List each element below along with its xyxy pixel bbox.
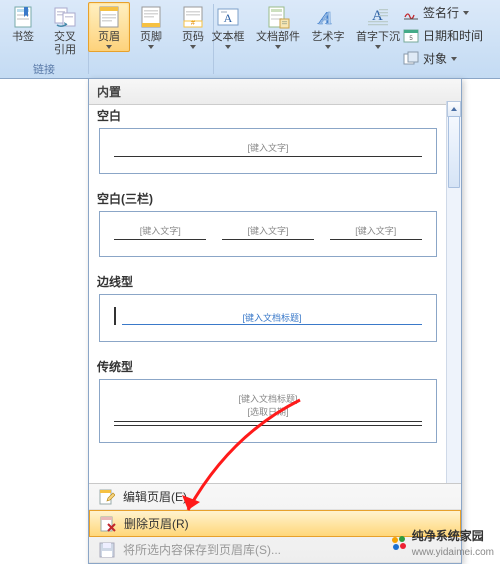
object-button[interactable]: 对象 <box>400 48 486 69</box>
dropcap-button[interactable]: A 首字下沉 <box>351 2 405 52</box>
datetime-icon: 5 <box>403 28 419 44</box>
scroll-track[interactable] <box>447 116 461 486</box>
option-preview-sideline[interactable]: [键入文档标题] <box>99 294 437 342</box>
signature-label: 签名行 <box>423 4 459 21</box>
chevron-down-icon <box>275 45 281 49</box>
bookmark-label: 书签 <box>12 31 34 44</box>
scrollbar[interactable] <box>446 101 461 501</box>
chevron-down-icon <box>451 57 457 61</box>
textbox-label: 文本框 <box>212 31 245 44</box>
cross-reference-button[interactable]: 交叉 引用 <box>44 2 86 60</box>
wordart-label: 艺术字 <box>312 31 345 44</box>
option-title-blank3: 空白(三栏) <box>89 184 447 211</box>
remove-header-label: 删除页眉(R) <box>124 515 189 532</box>
edit-header-label: 编辑页眉(E) <box>123 488 187 505</box>
save-icon <box>99 542 115 558</box>
quickparts-icon <box>266 5 290 29</box>
save-label: 将所选内容保存到页眉库(S)... <box>123 541 281 558</box>
svg-text:A: A <box>224 11 233 25</box>
remove-header-icon <box>100 516 116 532</box>
option-preview-traditional[interactable]: [键入文档标题] [选取日期] <box>99 379 437 443</box>
option-title-traditional: 传统型 <box>89 352 447 379</box>
chevron-down-icon <box>375 45 381 49</box>
ribbon: 书签 交叉 引用 链接 页眉 <box>0 0 500 79</box>
footer-icon <box>139 5 163 29</box>
datetime-button[interactable]: 5 日期和时间 <box>400 25 486 46</box>
chevron-down-icon <box>190 45 196 49</box>
object-label: 对象 <box>423 50 447 67</box>
gallery-scroll-area: 空白 [键入文字] 空白(三栏) [键入文字] [键入文字] [键入文字] 边线… <box>89 101 447 501</box>
scroll-up-button[interactable] <box>447 101 461 117</box>
header-button[interactable]: 页眉 <box>88 2 130 52</box>
chevron-down-icon <box>463 11 469 15</box>
option-preview-blank3[interactable]: [键入文字] [键入文字] [键入文字] <box>99 211 437 257</box>
option-title-blank: 空白 <box>89 101 447 128</box>
watermark-logo-icon <box>390 534 408 552</box>
signature-icon <box>403 5 419 21</box>
header-label: 页眉 <box>98 31 120 44</box>
page-number-label: 页码 <box>182 31 204 44</box>
textbox-icon: A <box>216 5 240 29</box>
cross-reference-label: 交叉 引用 <box>54 31 76 57</box>
quickparts-label: 文档部件 <box>256 31 300 44</box>
watermark: 纯净系统家园 www.yidaimei.com <box>390 527 494 558</box>
chevron-down-icon <box>106 45 112 49</box>
group-title-links: 链接 <box>0 61 88 77</box>
option-title-sideline: 边线型 <box>89 267 447 294</box>
chevron-down-icon <box>325 45 331 49</box>
object-icon <box>403 51 419 67</box>
header-icon <box>97 5 121 29</box>
dropcap-label: 首字下沉 <box>356 31 400 44</box>
watermark-name: 纯净系统家园 <box>412 529 484 543</box>
chevron-down-icon <box>225 45 231 49</box>
option-preview-blank[interactable]: [键入文字] <box>99 128 437 174</box>
quickparts-button[interactable]: 文档部件 <box>251 2 305 52</box>
watermark-url: www.yidaimei.com <box>412 547 494 558</box>
edit-header-menuitem[interactable]: 编辑页眉(E) <box>89 484 461 510</box>
bookmark-icon <box>11 5 35 29</box>
cross-reference-icon <box>53 5 77 29</box>
dropcap-icon: A <box>366 5 390 29</box>
scroll-thumb[interactable] <box>448 116 460 188</box>
placeholder-text: [键入文字] <box>114 141 422 154</box>
insert-extras: 签名行 5 日期和时间 对象 <box>396 0 490 78</box>
wordart-button[interactable]: AA 艺术字 <box>305 2 351 52</box>
wordart-icon: AA <box>316 5 340 29</box>
textbox-button[interactable]: A 文本框 <box>205 2 251 52</box>
chevron-down-icon <box>148 45 154 49</box>
signature-line-button[interactable]: 签名行 <box>400 2 486 23</box>
edit-header-icon <box>99 489 115 505</box>
footer-button[interactable]: 页脚 <box>130 2 172 52</box>
footer-label: 页脚 <box>140 31 162 44</box>
page-number-icon: # <box>181 5 205 29</box>
bookmark-button[interactable]: 书签 <box>2 2 44 60</box>
datetime-label: 日期和时间 <box>423 27 483 44</box>
header-gallery-dropdown: 内置 空白 [键入文字] 空白(三栏) [键入文字] [键入文字] [键入文字]… <box>88 78 462 564</box>
